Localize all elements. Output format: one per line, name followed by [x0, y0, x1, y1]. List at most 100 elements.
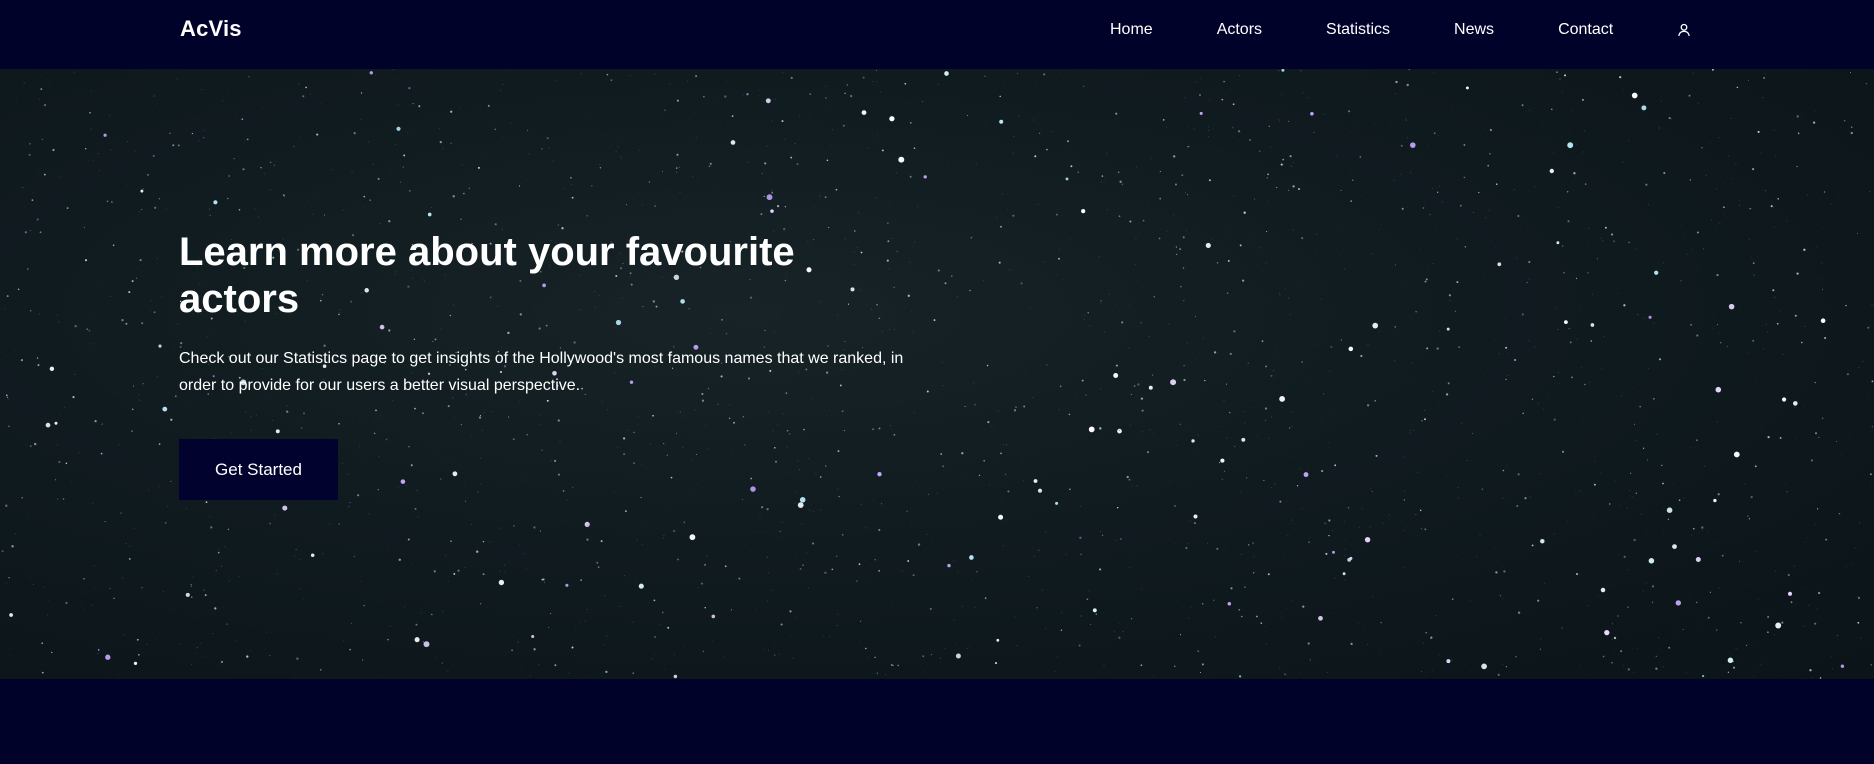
grain	[1618, 654, 1619, 656]
star	[1244, 586, 1246, 588]
grain	[881, 173, 883, 175]
grain	[1106, 374, 1107, 376]
star	[1179, 248, 1182, 251]
grain	[493, 126, 495, 128]
grain	[396, 79, 398, 81]
star	[1867, 326, 1870, 329]
grain	[812, 510, 814, 512]
grain	[675, 530, 677, 532]
star	[1395, 80, 1398, 84]
star	[546, 136, 549, 140]
grain	[118, 444, 120, 446]
star	[1077, 171, 1079, 174]
grain	[768, 649, 769, 651]
star	[1406, 83, 1409, 87]
star	[246, 138, 249, 141]
grain	[258, 216, 259, 218]
star	[1288, 189, 1290, 191]
grain	[127, 141, 128, 142]
star	[781, 120, 784, 123]
grain	[957, 297, 959, 299]
star	[1740, 622, 1742, 624]
grain	[1141, 431, 1143, 433]
star	[427, 212, 432, 217]
star	[1521, 313, 1524, 316]
grain	[1484, 127, 1485, 129]
grain	[100, 285, 102, 287]
star	[153, 95, 155, 97]
grain	[695, 137, 697, 139]
star	[541, 578, 543, 581]
grain	[1106, 209, 1108, 211]
star	[74, 325, 77, 328]
star	[27, 268, 29, 270]
star	[724, 95, 727, 98]
grain	[434, 222, 436, 224]
grain	[1716, 188, 1718, 190]
grain	[1576, 143, 1578, 145]
star	[1716, 629, 1718, 631]
star	[1033, 479, 1038, 483]
star	[1394, 326, 1397, 328]
site-logo[interactable]: AcVis	[180, 16, 242, 42]
star	[41, 642, 43, 644]
star	[1870, 664, 1872, 666]
grain	[1131, 485, 1133, 487]
grain	[624, 575, 625, 577]
grain	[570, 184, 572, 186]
grain	[31, 90, 33, 91]
nav-actors[interactable]: Actors	[1217, 20, 1262, 40]
star	[282, 505, 288, 511]
star	[1253, 198, 1256, 200]
star	[1079, 536, 1082, 539]
grain	[1099, 426, 1101, 428]
star	[1421, 671, 1423, 673]
grain	[1344, 579, 1346, 581]
star	[1551, 108, 1553, 111]
grain	[23, 206, 25, 208]
user-icon[interactable]	[1677, 23, 1691, 37]
star	[876, 81, 878, 83]
grain	[523, 553, 525, 555]
star	[1159, 197, 1162, 200]
nav-home[interactable]: Home	[1110, 20, 1153, 40]
grain	[1356, 120, 1358, 122]
grain	[299, 558, 301, 560]
grain	[1492, 374, 1494, 376]
star	[994, 662, 998, 665]
star	[1472, 432, 1474, 434]
star	[889, 116, 895, 122]
star	[1522, 412, 1525, 415]
grain	[138, 211, 140, 213]
get-started-button[interactable]: Get Started	[179, 439, 338, 500]
star	[1767, 631, 1769, 634]
star	[1408, 69, 1410, 71]
grain	[1635, 248, 1637, 250]
grain	[499, 570, 501, 572]
grain	[1803, 406, 1805, 408]
star	[1448, 294, 1451, 297]
grain	[1718, 587, 1720, 589]
nav-contact[interactable]: Contact	[1558, 20, 1613, 40]
grain	[748, 148, 750, 150]
nav-news[interactable]: News	[1454, 20, 1494, 40]
star	[890, 663, 893, 667]
star	[770, 209, 774, 213]
star	[846, 84, 848, 86]
grain	[114, 156, 116, 158]
star	[974, 404, 976, 406]
grain	[712, 98, 714, 100]
star	[350, 622, 352, 624]
grain	[764, 221, 765, 223]
grain	[1555, 307, 1557, 309]
star	[761, 173, 763, 174]
nav-statistics[interactable]: Statistics	[1326, 20, 1390, 40]
star	[1342, 572, 1346, 576]
star	[599, 167, 602, 169]
star	[689, 534, 696, 541]
grain	[1298, 157, 1300, 158]
star	[1639, 405, 1642, 408]
grain	[1502, 597, 1504, 599]
grain	[1793, 565, 1795, 567]
grain	[1505, 399, 1507, 401]
